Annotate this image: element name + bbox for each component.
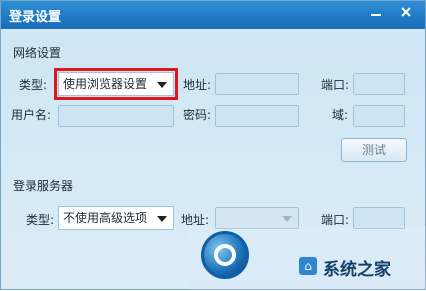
login-server-section-title: 登录服务器	[13, 179, 74, 193]
chevron-down-icon[interactable]	[282, 216, 292, 222]
title-bar: 登录设置	[1, 1, 425, 29]
domain-label: 域:	[332, 108, 349, 122]
password-label: 密码:	[183, 108, 212, 122]
chevron-down-icon[interactable]	[157, 216, 167, 222]
network-port-field[interactable]	[353, 73, 405, 95]
login-settings-window: 登录设置 网络设置 类型: 使用浏览器设置 地址: 端口: 用户名: 密码: 域…	[0, 0, 426, 291]
network-section-title: 网络设置	[13, 46, 62, 60]
watermark-logo-icon	[201, 231, 249, 279]
network-port-label: 端口:	[321, 78, 350, 92]
test-button[interactable]: 测试	[341, 138, 407, 162]
watermark-text: 系统之家	[323, 260, 391, 280]
network-address-field[interactable]	[215, 73, 299, 95]
domain-field[interactable]	[353, 105, 405, 127]
close-icon[interactable]	[395, 3, 417, 21]
server-type-label: 类型:	[26, 213, 55, 227]
network-type-label: 类型:	[19, 78, 48, 92]
window-title: 登录设置	[9, 10, 62, 25]
minimize-icon[interactable]	[365, 3, 387, 21]
password-field[interactable]	[215, 105, 299, 127]
network-address-label: 地址:	[183, 78, 212, 92]
server-type-value: 不使用高级选项	[63, 211, 148, 225]
server-type-select[interactable]: 不使用高级选项	[58, 206, 174, 230]
username-label: 用户名:	[11, 108, 52, 122]
highlight-box	[54, 68, 178, 100]
house-icon: ⌂	[299, 257, 317, 275]
username-field[interactable]	[58, 105, 174, 127]
